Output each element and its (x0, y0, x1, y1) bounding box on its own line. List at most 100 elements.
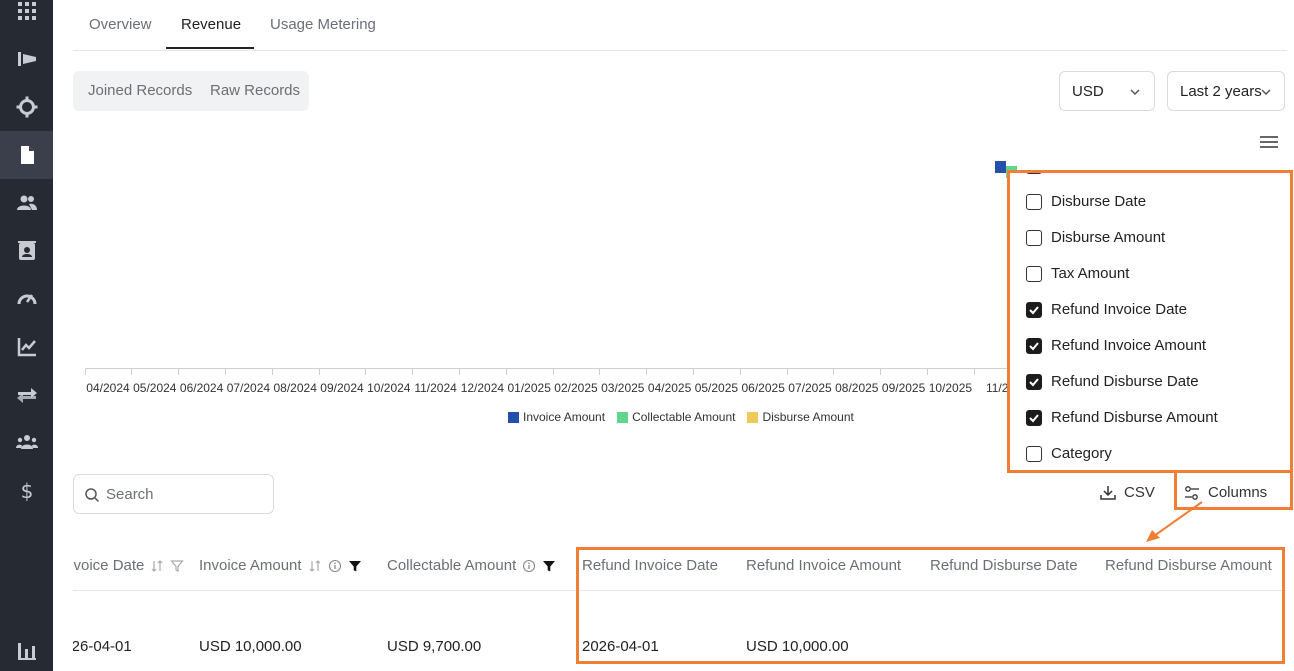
transfer-icon[interactable] (0, 371, 53, 419)
x-tick (599, 369, 601, 375)
x-tick-label: 12/2024 (460, 381, 505, 395)
currency-select[interactable]: USD (1059, 71, 1155, 111)
dashboard-icon[interactable] (0, 35, 53, 83)
tab-usage-metering[interactable]: Usage Metering (270, 16, 376, 33)
x-tick (880, 369, 882, 375)
sidebar: $ (0, 0, 53, 671)
record-type-toggle: Joined Records Raw Records (73, 71, 309, 111)
x-tick-label: 09/2024 (320, 381, 364, 395)
x-tick-label: 05/2024 (133, 381, 177, 395)
raw-records-button[interactable]: Raw Records (210, 82, 300, 99)
apps-grid-icon[interactable] (0, 0, 53, 35)
x-axis (85, 368, 1085, 369)
users-icon[interactable] (0, 179, 53, 227)
legend-label: Invoice Amount (523, 410, 606, 424)
period-select[interactable]: Last 2 years (1167, 71, 1285, 111)
x-tick-label: 08/2025 (835, 381, 879, 395)
x-tick-label: 05/2025 (694, 381, 739, 395)
chevron-down-icon (1261, 89, 1271, 96)
analytics-icon[interactable] (0, 323, 53, 371)
tab-overview[interactable]: Overview (89, 16, 152, 33)
tab-revenue[interactable]: Revenue (181, 16, 241, 33)
legend-item[interactable]: Disburse Amount (747, 410, 854, 424)
x-tick (178, 369, 180, 375)
legend-item[interactable]: Collectable Amount (617, 410, 735, 424)
x-tick (552, 369, 554, 375)
team-icon[interactable] (0, 419, 53, 467)
filter-icon[interactable] (170, 559, 185, 573)
header-label: Collectable Amount (387, 557, 517, 574)
reports-bar-icon[interactable] (0, 626, 53, 671)
filter-active-icon[interactable] (348, 559, 362, 573)
x-tick (833, 369, 835, 375)
info-icon[interactable] (522, 559, 536, 573)
chart-menu-icon[interactable] (1260, 136, 1278, 150)
x-tick-label: 06/2025 (741, 381, 785, 395)
x-tick (786, 369, 788, 375)
chevron-down-icon (1130, 89, 1140, 96)
legend-swatch (617, 411, 629, 423)
speedometer-icon[interactable] (0, 275, 53, 323)
currency-select-value: USD (1072, 83, 1104, 100)
info-icon[interactable] (328, 559, 342, 573)
x-tick-label: 11/2024 (414, 381, 457, 395)
x-tick-label: 07/2025 (788, 381, 832, 395)
x-tick (365, 369, 367, 375)
header-collectable-amount[interactable]: Collectable Amount (387, 557, 556, 574)
x-tick (739, 369, 741, 375)
legend-swatch (508, 411, 519, 423)
svg-text:$: $ (20, 480, 33, 502)
contacts-icon[interactable] (0, 227, 53, 275)
sort-icon[interactable] (308, 559, 322, 573)
x-tick-label: 09/2025 (881, 381, 926, 395)
x-tick-label: 07/2024 (226, 381, 271, 395)
active-tab-indicator (166, 47, 254, 49)
x-tick (646, 369, 648, 375)
search-box (73, 474, 274, 514)
x-tick (225, 369, 226, 375)
x-tick (84, 369, 86, 375)
legend-swatch (747, 411, 759, 423)
chart-legend: Invoice Amount Collectable Amount Disburse… (508, 410, 866, 424)
x-tick (973, 369, 975, 375)
header-label: Invoice Amount (199, 557, 302, 574)
x-tick (318, 369, 320, 375)
cell-collectable-amount: USD 9,700.00 (387, 638, 482, 655)
x-tick (927, 369, 928, 375)
x-tick (505, 369, 507, 375)
legend-label: Collectable Amount (632, 410, 736, 424)
period-select-value: Last 2 years (1180, 83, 1262, 100)
header-invoice-date[interactable]: Invoice Date (73, 557, 185, 574)
annotation-arrow-icon (1146, 501, 1203, 542)
x-tick-label: 02/2025 (554, 381, 598, 395)
tab-bar: Overview Revenue Usage Metering (73, 0, 1287, 51)
legend-label: Disburse Amount (762, 410, 854, 424)
header-label: Invoice Date (73, 557, 145, 574)
x-tick-label: 08/2024 (273, 381, 317, 395)
x-tick (459, 369, 460, 375)
cell-invoice-amount: USD 10,000.00 (199, 638, 302, 655)
x-tick-label: 01/2025 (507, 381, 551, 395)
search-input[interactable] (106, 484, 266, 504)
legend-item[interactable]: Invoice Amount (508, 410, 605, 424)
document-icon[interactable] (0, 131, 53, 179)
joined-records-button[interactable]: Joined Records (88, 82, 192, 99)
download-icon (1100, 485, 1116, 500)
x-tick-label: 03/2025 (601, 381, 645, 395)
settings-gear-icon[interactable] (0, 83, 53, 131)
bar-invoice-amount[interactable] (995, 161, 1007, 173)
x-tick-label: 10/2025 (928, 381, 973, 395)
sort-icon[interactable] (150, 559, 164, 573)
x-tick-label: 04/2025 (647, 381, 692, 395)
x-tick (131, 369, 133, 375)
x-tick-label: 04/2024 (86, 381, 130, 395)
cell-invoice-date: 2026-04-01 (73, 638, 132, 655)
x-tick-label: 10/2024 (367, 381, 411, 395)
filter-active-icon[interactable] (542, 559, 556, 573)
x-tick (693, 369, 694, 375)
x-tick (412, 369, 414, 375)
header-invoice-amount[interactable]: Invoice Amount (199, 557, 362, 574)
dollar-icon[interactable]: $ (0, 467, 53, 515)
x-tick (271, 369, 273, 375)
x-tick-label: 06/2024 (179, 381, 224, 395)
